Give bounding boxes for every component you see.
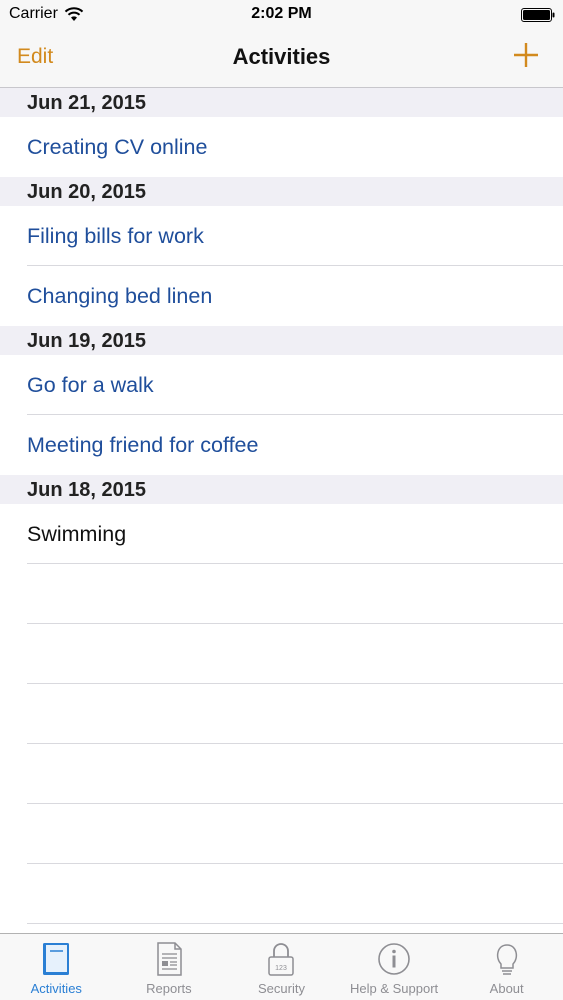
empty-row: [0, 684, 563, 744]
status-time: 2:02 PM: [251, 5, 312, 22]
list-item[interactable]: Filing bills for work: [0, 206, 563, 266]
add-activity-button[interactable]: [513, 42, 539, 68]
list-item[interactable]: Swimming: [0, 504, 563, 564]
section-header-jun-20: Jun 20, 2015: [0, 177, 563, 206]
list-item[interactable]: Meeting friend for coffee: [0, 415, 563, 475]
lightbulb-icon: [496, 944, 517, 975]
tab-label: Help & Support: [349, 981, 439, 996]
list-item[interactable]: Go for a walk: [0, 355, 563, 415]
tab-label: About: [489, 981, 524, 996]
plus-icon: [514, 43, 538, 67]
empty-row: [0, 624, 563, 684]
tab-activities[interactable]: Activities: [0, 934, 113, 1000]
status-bar: Carrier 2:02 PM: [0, 0, 563, 30]
navigation-bar: Edit Activities: [0, 30, 563, 88]
empty-row: [0, 804, 563, 864]
section-header-jun-19: Jun 19, 2015: [0, 326, 563, 355]
activities-list: Jun 21, 2015 Creating CV online Jun 20, …: [0, 88, 563, 924]
list-item[interactable]: Creating CV online: [0, 117, 563, 177]
empty-row: [0, 864, 563, 924]
info-icon: [378, 943, 410, 975]
lock-icon: 123: [268, 943, 295, 976]
screen: Carrier 2:02 PM Edit Activities Jun 21, …: [0, 0, 563, 1000]
tab-help-support[interactable]: Help & Support: [338, 934, 451, 1000]
empty-row: [0, 564, 563, 624]
section-header-jun-18: Jun 18, 2015: [0, 475, 563, 504]
tab-about[interactable]: About: [450, 934, 563, 1000]
tab-security[interactable]: 123 Security: [225, 934, 338, 1000]
book-icon: [43, 943, 70, 975]
tab-label: Security: [258, 981, 305, 996]
tab-label: Reports: [146, 981, 192, 996]
tab-bar: Activities Reports 123 Security Help & S…: [0, 933, 563, 1000]
battery-icon: [521, 8, 555, 22]
tab-label: Activities: [30, 981, 82, 996]
list-item[interactable]: Changing bed linen: [0, 266, 563, 326]
tab-reports[interactable]: Reports: [113, 934, 226, 1000]
section-header-jun-21: Jun 21, 2015: [0, 88, 563, 117]
page-title: Activities: [232, 44, 331, 69]
document-icon: [157, 942, 182, 976]
svg-text:123: 123: [276, 965, 288, 972]
empty-row: [0, 744, 563, 804]
